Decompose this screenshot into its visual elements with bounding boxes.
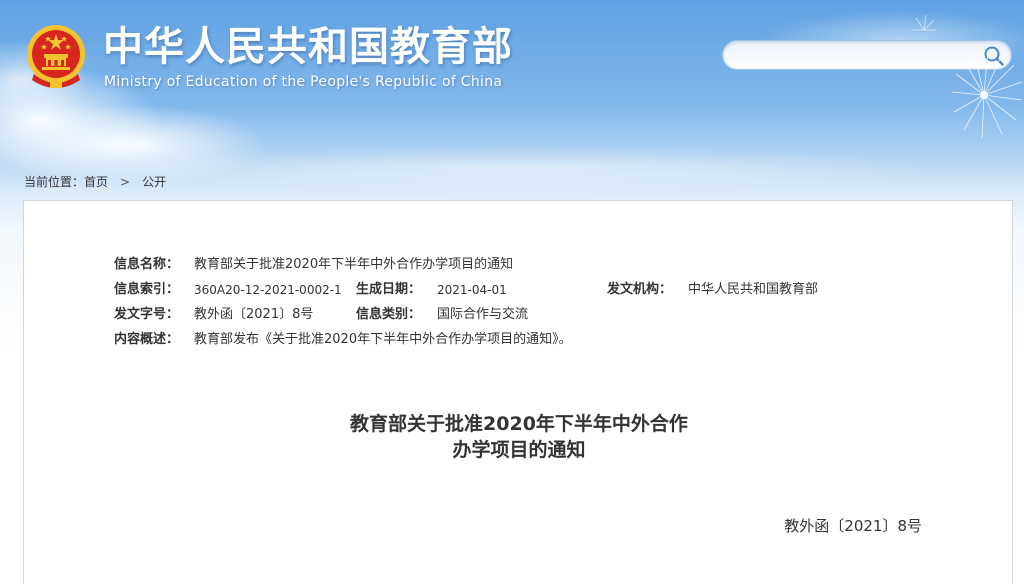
meta-index-value: 360A20-12-2021-0002-1 [194, 283, 342, 297]
meta-category-value: 国际合作与交流 [437, 307, 529, 322]
document-title: 教育部关于批准2020年下半年中外合作 办学项目的通知 [24, 411, 1014, 463]
content-panel: 信息名称： 教育部关于批准2020年下半年中外合作办学项目的通知 信息索引： 3… [23, 200, 1013, 584]
meta-category-label: 信息类别： [356, 307, 422, 322]
breadcrumb-separator: > [120, 174, 131, 189]
search-icon[interactable] [983, 45, 1005, 67]
search-box [722, 40, 1012, 70]
meta-org-value: 中华人民共和国教育部 [688, 282, 819, 297]
meta-name-label: 信息名称： [114, 257, 180, 272]
breadcrumb-home[interactable]: 首页 [84, 173, 108, 190]
meta-date-label: 生成日期： [356, 282, 422, 297]
meta-org-label: 发文机构： [607, 282, 673, 297]
breadcrumb-public[interactable]: 公开 [142, 173, 166, 190]
site-title: 中华人民共和国教育部 [103, 24, 513, 70]
site-subtitle: Ministry of Education of the People's Re… [104, 74, 503, 90]
meta-name-value: 教育部关于批准2020年下半年中外合作办学项目的通知 [194, 257, 514, 272]
meta-summary-value: 教育部发布《关于批准2020年下半年中外合作办学项目的通知》。 [194, 332, 572, 347]
meta-summary-label: 内容概述： [114, 332, 180, 347]
breadcrumb: 当前位置： 首页 > 公开 [24, 173, 166, 190]
document-title-line-2: 办学项目的通知 [452, 439, 586, 461]
dandelion-decoration [912, 14, 1023, 139]
breadcrumb-prefix: 当前位置： [24, 175, 85, 189]
national-emblem-icon[interactable] [24, 22, 88, 92]
search-input[interactable] [737, 45, 981, 67]
meta-docno-value: 教外函〔2021〕8号 [194, 307, 314, 322]
document-title-line-1: 教育部关于批准2020年下半年中外合作 [350, 413, 688, 435]
meta-docno-label: 发文字号： [114, 307, 180, 322]
meta-index-label: 信息索引： [114, 282, 180, 297]
document-number: 教外函〔2021〕8号 [784, 517, 922, 535]
site-header: 中华人民共和国教育部 Ministry of Education of the … [0, 0, 1024, 160]
meta-date-value: 2021-04-01 [437, 283, 507, 297]
